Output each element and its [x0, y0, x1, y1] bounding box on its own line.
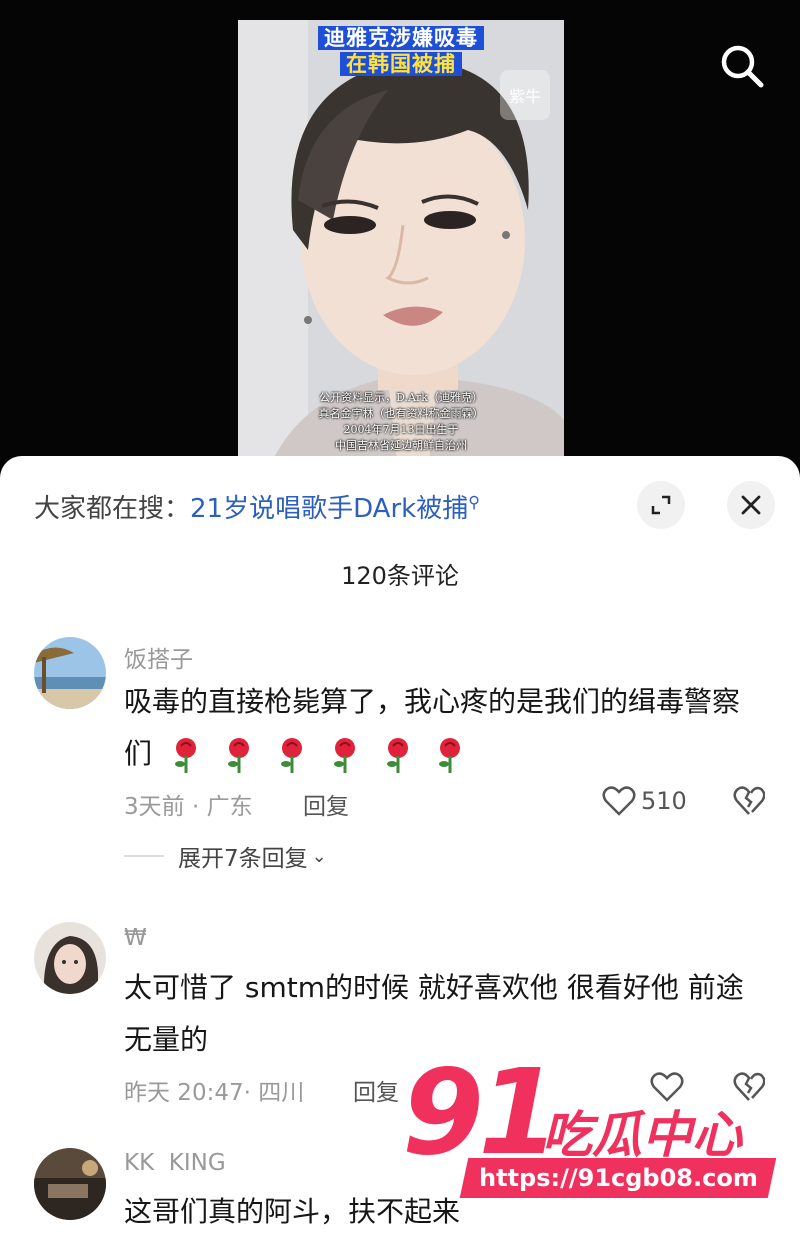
search-icon[interactable] — [716, 40, 768, 92]
comment-meta: 昨天 20:47· 四川 — [124, 1080, 305, 1106]
avatar[interactable] — [34, 1148, 106, 1220]
divider — [124, 855, 164, 857]
video-player[interactable]: 迪雅克涉嫌吸毒 在韩国被捕 紫牛 公开资料显示，D.Ark（迪雅克） 真名金宇林… — [0, 0, 800, 470]
avatar[interactable] — [34, 922, 106, 994]
watermark-brand: 吃瓜中心 — [542, 1106, 742, 1164]
comment-location: 广东 — [206, 794, 253, 820]
comment-time: 3天前 — [124, 794, 185, 820]
reply-button[interactable]: 回复 — [303, 787, 349, 821]
heart-icon[interactable] — [602, 785, 636, 817]
reply-button[interactable]: 回复 — [353, 1073, 399, 1107]
video-frame[interactable]: 迪雅克涉嫌吸毒 在韩国被捕 紫牛 公开资料显示，D.Ark（迪雅克） 真名金宇林… — [238, 20, 564, 470]
trending-search-hint[interactable]: 大家都在搜：21岁说唱歌手DArk被捕⚲ — [34, 488, 480, 525]
comment-author[interactable]: KK KING — [124, 1150, 226, 1176]
video-caption: 公开资料显示，D.Ark（迪雅克） 真名金宇林（也有资料称金雨霖） 2004年7… — [318, 391, 484, 452]
chevron-down-icon: ⌄ — [311, 845, 327, 867]
expand-replies-label: 展开7条回复 — [178, 846, 308, 872]
comment-time: 昨天 20:47 — [124, 1080, 244, 1106]
avatar[interactable] — [34, 637, 106, 709]
comment-author[interactable]: 饭搭子 — [124, 640, 193, 674]
video-channel-logo: 紫牛 — [500, 70, 550, 120]
expand-button[interactable] — [637, 481, 685, 529]
watermark-url: https://91cgb08.com — [459, 1158, 777, 1198]
comment-text: 吸毒的直接枪毙算了，我心疼的是我们的缉毒警察们 — [124, 676, 764, 780]
trending-search-term[interactable]: 21岁说唱歌手DArk被捕 — [190, 494, 468, 524]
expand-replies[interactable]: 展开7条回复 ⌄ — [124, 840, 327, 872]
rose-icon — [227, 738, 249, 773]
trending-search-prefix: 大家都在搜： — [34, 494, 191, 524]
rose-icon — [174, 738, 196, 773]
rose-icon — [386, 738, 408, 773]
like-count: 510 — [641, 787, 687, 815]
close-button[interactable] — [727, 481, 775, 529]
close-icon — [741, 495, 761, 515]
comment-author[interactable]: ₩ — [124, 925, 147, 951]
comment-count-title: 120条评论 — [341, 562, 459, 590]
rose-icon — [280, 738, 302, 773]
rose-icon — [333, 738, 355, 773]
comment-location: 四川 — [258, 1080, 305, 1106]
rose-emojis — [162, 737, 479, 773]
broken-heart-icon[interactable] — [733, 785, 765, 817]
search-small-icon: ⚲ — [468, 492, 480, 512]
comment-meta: 3天前 · 广东 — [124, 794, 253, 820]
watermark-logo: 91 吃瓜中心 https://91cgb08.com — [402, 1043, 782, 1205]
rose-icon — [439, 738, 461, 773]
expand-icon — [651, 495, 671, 515]
